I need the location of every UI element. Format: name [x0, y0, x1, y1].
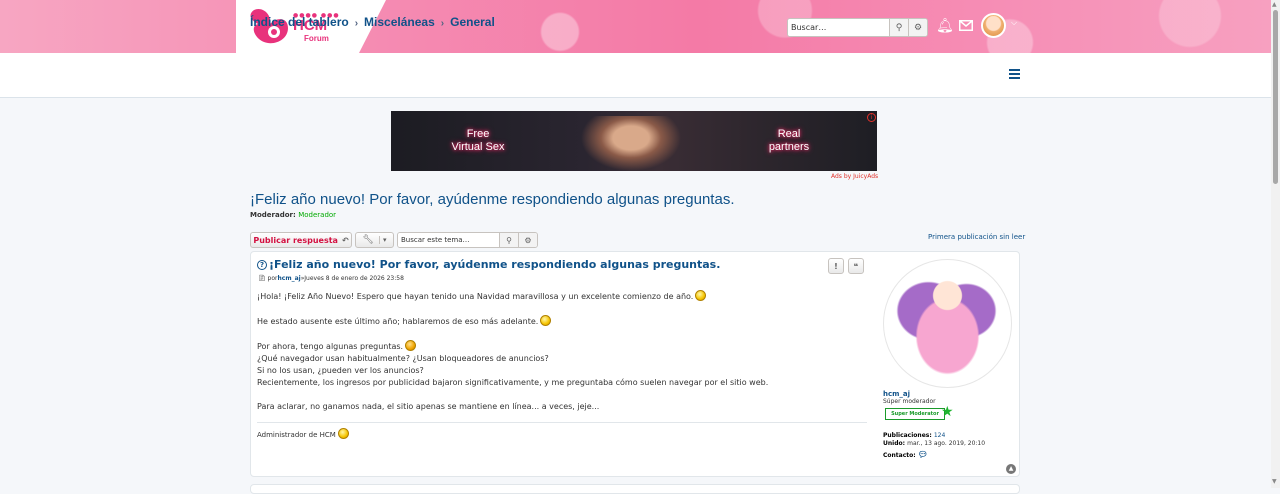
bell-icon[interactable]: 🔔︎ — [936, 18, 954, 34]
post-line: Recientemente, los ingresos por publicid… — [257, 378, 769, 387]
scrollbar-thumb[interactable] — [1273, 10, 1278, 184]
topic-search: ⚲ ⚙ — [397, 232, 538, 248]
ad-right-text: Real partners — [759, 128, 819, 154]
next-post-panel — [250, 484, 1020, 494]
header-search-input[interactable] — [788, 19, 889, 36]
post-line: He estado ausente este último año; habla… — [257, 315, 857, 328]
post-title-text[interactable]: ¡Feliz año nuevo! Por favor, ayúdenme re… — [269, 258, 720, 271]
post-line: ¡Hola! ¡Feliz Año Nuevo! Espero que haya… — [257, 290, 857, 303]
exclamation-icon: ! — [834, 261, 838, 271]
site-header — [0, 0, 1271, 53]
ad-attribution[interactable]: Ads by JuicyAds — [831, 173, 878, 180]
question-icon: ? — [257, 260, 267, 270]
post-title[interactable]: ? ¡Feliz año nuevo! Por favor, ayúdenme r… — [257, 258, 720, 271]
envelope-icon[interactable] — [959, 20, 973, 31]
profile-joined: Unido: mar., 13 ago. 2019, 20:10 — [883, 440, 985, 447]
breadcrumb-separator: › — [440, 18, 445, 29]
wrench-icon: 🔧︎ — [362, 235, 374, 245]
smile-emoji-icon — [695, 290, 707, 301]
breadcrumb: Índice del tablero › Misceláneas › General — [250, 15, 495, 29]
post-author-link[interactable]: hcm_aj — [278, 275, 301, 282]
moderator-line: Moderador: Moderador — [250, 211, 336, 219]
chevron-down-icon[interactable]: ⌵ — [1011, 18, 1017, 28]
moderator-link[interactable]: Moderador — [298, 211, 336, 219]
post-meta-prefix: por — [267, 275, 278, 282]
profile-rank: Súper moderador — [883, 398, 936, 405]
menu-icon[interactable] — [1009, 69, 1020, 81]
star-icon: ★ — [941, 404, 954, 420]
joined-date: mar., 13 ago. 2019, 20:10 — [907, 440, 986, 447]
post-reply-button[interactable]: Publicar respuesta ↶ — [250, 232, 352, 248]
info-icon[interactable]: i — [867, 113, 876, 122]
breadcrumb-index[interactable]: Índice del tablero — [250, 15, 349, 29]
profile-avatar[interactable] — [883, 259, 1012, 388]
question-emoji-icon — [405, 340, 417, 351]
ad-banner[interactable]: Free Virtual Sex Real partners — [391, 111, 877, 171]
ad-left-line-1: Free — [466, 128, 490, 140]
profile-username[interactable]: hcm_aj — [883, 390, 910, 398]
back-to-top-icon[interactable]: ▲ — [1006, 464, 1016, 474]
search-icon[interactable]: ⚲ — [499, 233, 518, 247]
post-reply-label: Publicar respuesta — [253, 235, 338, 245]
chevron-down-icon: ▾ — [378, 236, 386, 244]
topic-search-input[interactable] — [398, 233, 499, 247]
wink-emoji-icon — [540, 315, 552, 326]
signature: Administrador de HCM — [257, 428, 349, 439]
ad-left-text: Free Virtual Sex — [438, 128, 518, 154]
profile-posts: Publicaciones: 124 — [883, 432, 945, 439]
quote-button[interactable]: ❝ — [848, 258, 864, 274]
report-button[interactable]: ! — [828, 258, 844, 274]
post-line: ¿Qué navegador usan habitualmente? ¿Usan… — [257, 354, 549, 363]
joined-label: Unido: — [883, 440, 906, 447]
nav-bar — [0, 53, 1271, 98]
breadcrumb-misc[interactable]: Misceláneas — [364, 15, 435, 29]
avatar[interactable] — [981, 13, 1006, 38]
topic-title[interactable]: ¡Feliz año nuevo! Por favor, ayúdenme re… — [250, 191, 734, 208]
scrollbar[interactable]: ▲ ▼ — [1271, 0, 1280, 488]
signature-text: Administrador de HCM — [257, 431, 336, 439]
chat-bubble-icon[interactable]: 💬︎ — [918, 450, 928, 459]
ad-left-line-2: Virtual Sex — [451, 141, 505, 153]
contact-label: Contacto: — [883, 452, 916, 459]
rank-badge: Super Moderator — [885, 408, 945, 420]
gear-icon[interactable]: ⚙ — [518, 233, 537, 247]
search-icon[interactable]: ⚲ — [889, 19, 908, 36]
post-date: Jueves 8 de enero de 2026 23:58 — [304, 275, 404, 282]
post-file-icon: 📄︎ — [258, 275, 266, 282]
profile-contact: Contacto: 💬︎ — [883, 450, 928, 459]
ad-right-line-1: Real — [777, 128, 801, 140]
topic-tools-button[interactable]: 🔧︎ ▾ — [355, 232, 394, 248]
posts-count[interactable]: 124 — [934, 432, 945, 439]
breadcrumb-separator: › — [354, 18, 359, 29]
quote-icon: ❝ — [853, 261, 859, 271]
logo-subtitle: Forum — [304, 34, 329, 43]
scroll-down-icon[interactable]: ▼ — [1272, 478, 1277, 485]
signature-divider — [257, 422, 867, 423]
post-line: Para aclarar, no ganamos nada, el sitio … — [257, 402, 600, 411]
scroll-up-icon[interactable]: ▲ — [1272, 1, 1277, 8]
post-line: Por ahora, tengo algunas preguntas. — [257, 340, 857, 353]
header-search: ⚲ ⚙ — [787, 18, 928, 37]
post-content: ¡Hola! ¡Feliz Año Nuevo! Espero que haya… — [257, 290, 857, 413]
post-meta: 📄︎ porhcm_aj»Jueves 8 de enero de 2026 2… — [258, 275, 404, 282]
moderator-label: Moderador: — [250, 211, 296, 219]
ad-right-line-2: partners — [768, 141, 810, 153]
gear-icon[interactable]: ⚙ — [908, 19, 927, 36]
posts-label: Publicaciones: — [883, 432, 932, 439]
smile-emoji-icon — [337, 428, 349, 439]
ad-image — [581, 116, 681, 171]
reply-icon: ↶ — [341, 235, 349, 245]
first-unread-link[interactable]: Primera publicación sin leer — [928, 233, 1025, 241]
breadcrumb-general[interactable]: General — [450, 15, 495, 29]
post-line: Si no los usan, ¿pueden ver los anuncios… — [257, 366, 424, 375]
